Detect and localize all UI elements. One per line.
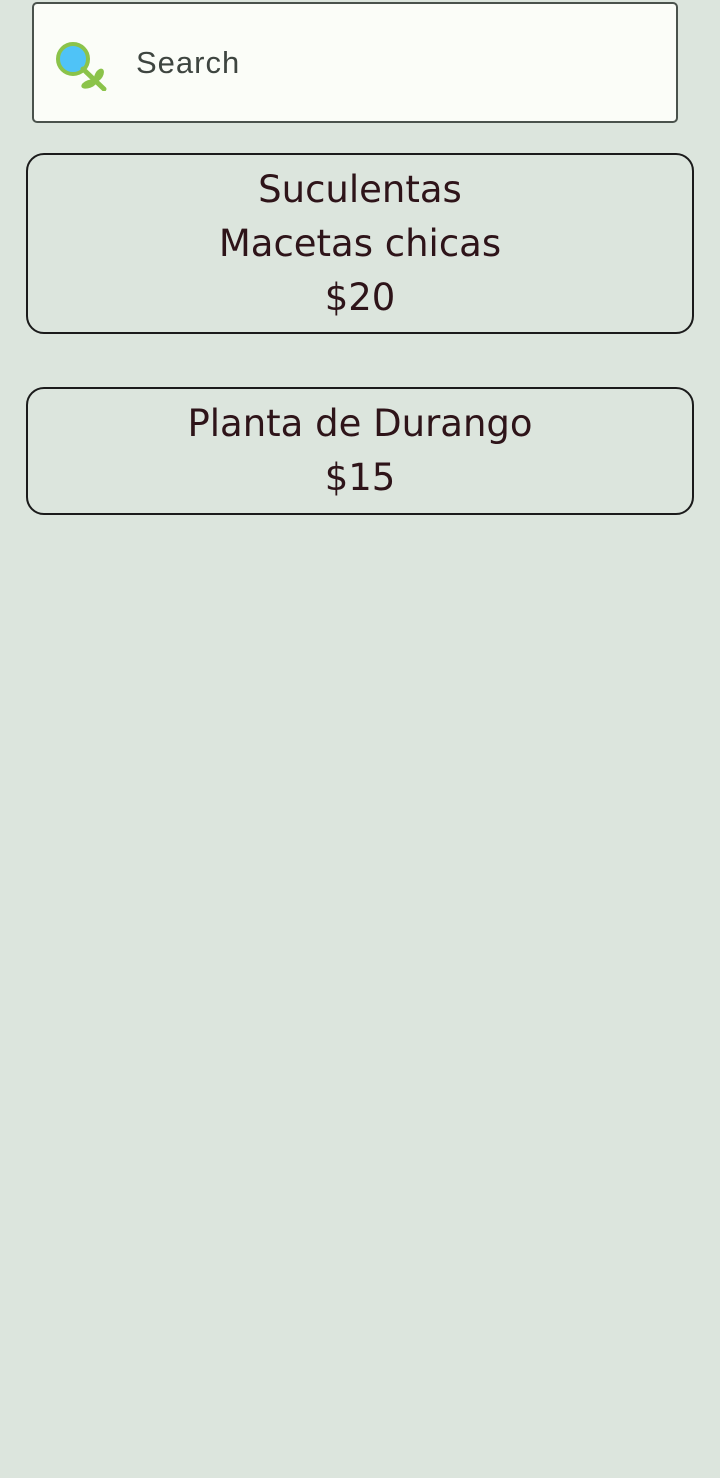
search-input[interactable] bbox=[136, 32, 656, 94]
product-price: $15 bbox=[324, 456, 396, 499]
product-subtitle: Macetas chicas bbox=[218, 221, 502, 265]
product-card-suculentas[interactable]: Suculentas Macetas chicas $20 bbox=[26, 153, 694, 334]
product-name: Planta de Durango bbox=[187, 402, 533, 445]
plant-search-icon bbox=[56, 42, 107, 91]
product-price: $20 bbox=[324, 275, 396, 319]
product-name: Suculentas bbox=[258, 167, 462, 211]
product-card-planta-de-durango[interactable]: Planta de Durango $15 bbox=[26, 387, 694, 515]
search-bar[interactable] bbox=[32, 2, 678, 123]
